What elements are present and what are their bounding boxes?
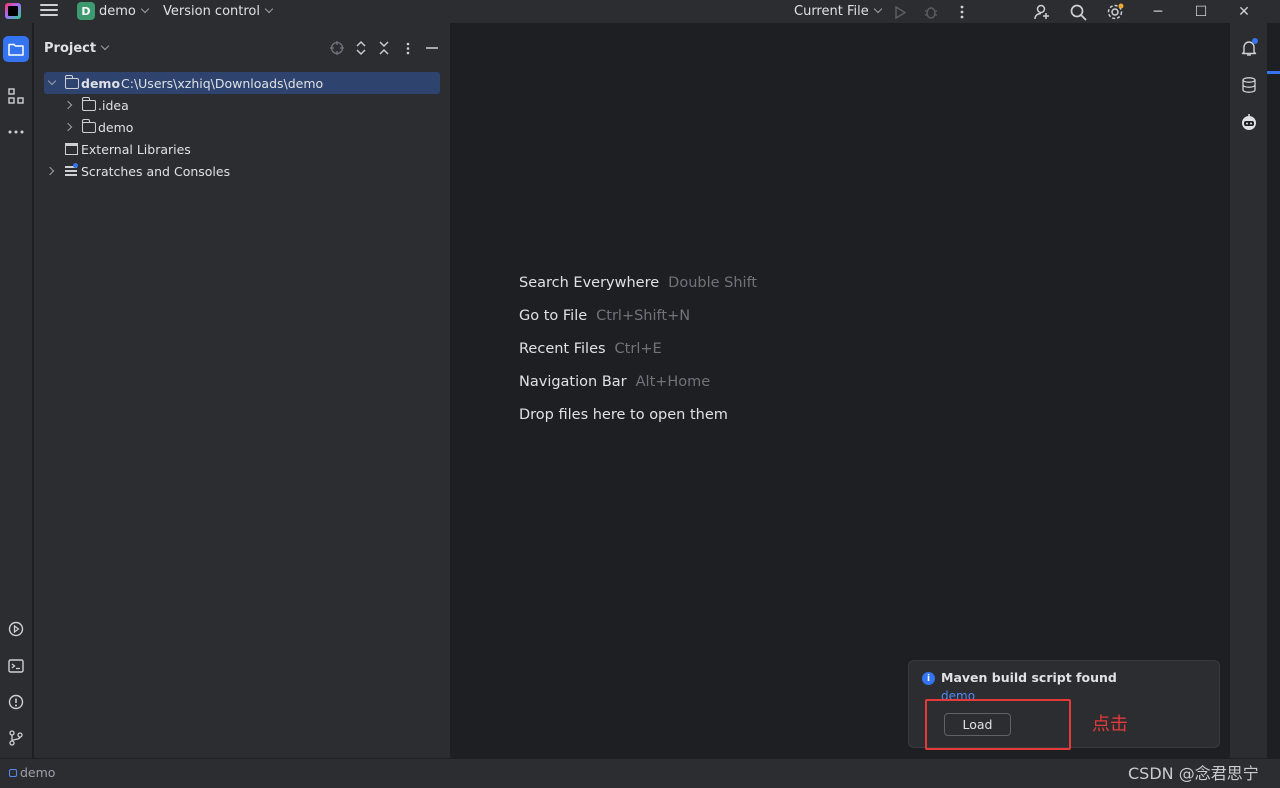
hint-shortcut: Alt+Home [635,374,711,390]
services-icon[interactable] [3,616,29,642]
project-switcher[interactable]: demo [99,4,150,19]
vcs-label: Version control [163,4,260,19]
annotation-highlight-box [925,699,1071,750]
tree-item-demo-root[interactable]: demo C:\Users\xzhiq\Downloads\demo [44,72,440,94]
chevron-down-icon [140,4,150,14]
git-icon[interactable] [3,725,29,751]
run-icon[interactable] [890,2,910,22]
structure-icon[interactable] [3,83,29,109]
search-icon[interactable] [1068,2,1088,22]
info-icon: i [922,672,935,685]
debug-icon[interactable] [921,2,941,22]
tree-item-label: External Libraries [81,141,191,157]
chevron-down-icon [100,41,110,51]
module-folder-icon [64,75,79,89]
database-icon[interactable] [1237,73,1261,97]
tree-item-label: .idea [98,97,129,113]
notifications-icon[interactable] [1237,36,1261,60]
right-tool-strip [1229,23,1267,758]
expand-all-icon[interactable] [352,39,370,57]
title-bar: D demo Version control Current File ─ ☐ … [0,0,1280,23]
folder-icon [81,97,96,111]
notification-badge-icon [1252,38,1258,44]
more-horizontal-icon[interactable] [3,119,29,145]
project-badge[interactable]: D [77,2,95,20]
project-panel-title[interactable]: Project [44,41,110,56]
hint-drop-files: Drop files here to open them [519,407,728,423]
ai-assistant-icon[interactable] [1237,110,1261,134]
settings-icon[interactable] [1105,2,1125,22]
chevron-down-icon [264,4,274,14]
library-icon [65,143,78,155]
project-name: demo [99,4,136,19]
add-user-icon[interactable] [1032,2,1052,22]
run-config-label: Current File [794,4,869,19]
hint-navigation-bar: Navigation Bar Alt+Home [519,374,710,390]
vcs-menu[interactable]: Version control [163,4,274,19]
tree-item-label: demo [98,119,134,135]
status-project-name[interactable]: demo [20,765,55,780]
module-icon [9,769,17,777]
collapse-all-icon[interactable] [375,39,393,57]
terminal-icon[interactable] [3,653,29,679]
tree-item-path: C:\Users\xzhiq\Downloads\demo [121,75,324,91]
hint-shortcut: Ctrl+E [614,341,662,357]
project-panel: Project demo C:\Users\xzhiq\Downloads\de… [34,23,450,758]
hint-action: Go to File [519,308,588,324]
tree-item-external-libraries[interactable]: External Libraries [44,138,440,160]
folder-icon [81,119,96,133]
left-tool-strip [0,23,33,758]
scratches-badge-icon [73,163,78,168]
locate-icon[interactable] [328,39,346,57]
chevron-right-icon[interactable] [63,100,73,110]
run-config-selector[interactable]: Current File [794,4,882,19]
scroll-marker [1267,71,1280,74]
hint-action: Drop files here to open them [519,407,728,423]
chevron-down-icon [873,4,882,14]
hint-go-to-file: Go to File Ctrl+Shift+N [519,308,690,324]
notification-title: Maven build script found [941,670,1117,685]
intellij-logo-icon[interactable] [5,3,21,19]
hint-shortcut: Double Shift [668,275,758,291]
annotation-text: 点击 [1092,714,1128,735]
tree-item-label: Scratches and Consoles [81,163,231,179]
hint-shortcut: Ctrl+Shift+N [596,308,691,324]
chevron-right-icon[interactable] [45,166,55,176]
status-bar: demo CSDN @念君思宁 [0,758,1280,788]
chevron-down-icon[interactable] [47,76,57,86]
watermark: CSDN @念君思宁 [1128,764,1259,783]
tree-item-idea[interactable]: .idea [44,94,440,116]
hide-panel-icon[interactable] [423,39,441,57]
project-folder-icon[interactable] [3,36,29,62]
scrollbar-gutter [1267,23,1280,758]
hamburger-menu-icon[interactable] [40,4,58,18]
close-button[interactable]: ✕ [1224,0,1264,23]
problems-icon[interactable] [3,689,29,715]
tree-item-demo-folder[interactable]: demo [44,116,440,138]
more-vertical-icon[interactable] [952,2,972,22]
more-vertical-icon[interactable] [399,39,417,57]
hint-action: Search Everywhere [519,275,660,291]
hint-recent-files: Recent Files Ctrl+E [519,341,662,357]
project-panel-title-text: Project [44,41,97,56]
hint-search-everywhere: Search Everywhere Double Shift [519,275,757,291]
tree-item-label: demo [81,75,121,91]
tree-item-scratches[interactable]: Scratches and Consoles [44,160,440,182]
hint-action: Recent Files [519,341,606,357]
maximize-button[interactable]: ☐ [1181,0,1221,23]
chevron-right-icon[interactable] [63,122,73,132]
hint-action: Navigation Bar [519,374,627,390]
minimize-button[interactable]: ─ [1138,0,1178,23]
editor-empty-state: Search Everywhere Double Shift Go to File… [452,23,1228,758]
